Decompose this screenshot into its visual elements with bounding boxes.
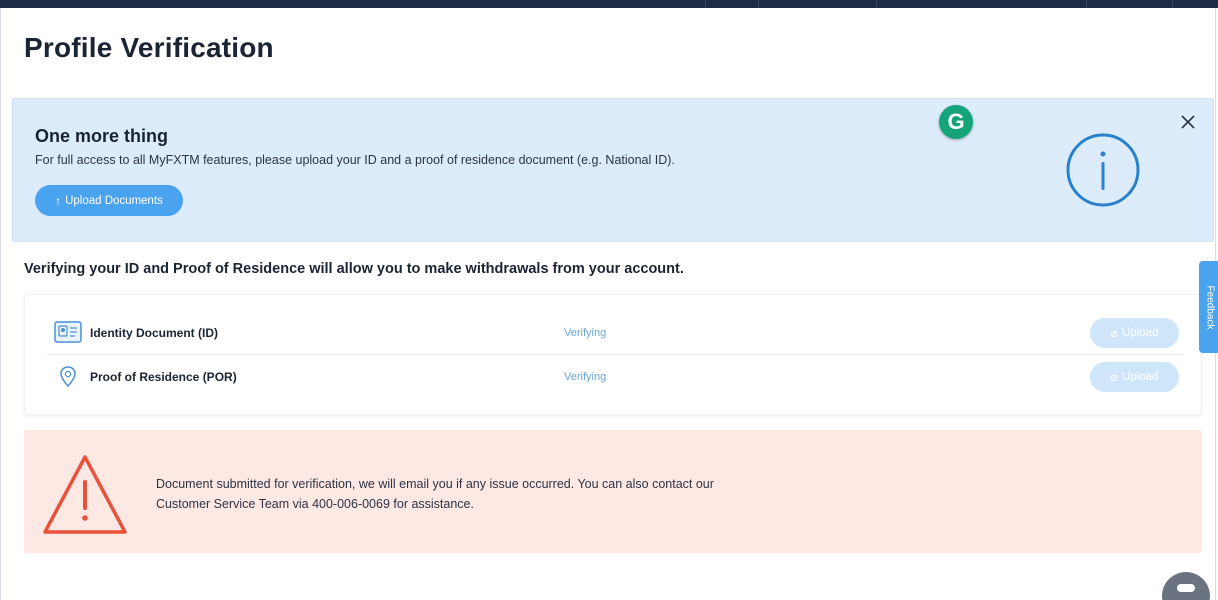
feedback-label: Feedback [1204, 285, 1216, 329]
info-banner: One more thing For full access to all My… [12, 98, 1214, 242]
upload-documents-label: Upload Documents [65, 194, 163, 207]
upload-label: Upload [1121, 371, 1159, 383]
top-navigation-bar [0, 0, 1218, 8]
info-text: For full access to all MyFXTM features, … [35, 153, 675, 167]
grammarly-icon[interactable]: G [939, 105, 973, 139]
page-title: Profile Verification [24, 32, 274, 63]
chat-bubble-inner [1177, 584, 1195, 592]
nav-divider [758, 0, 759, 8]
upload-por-button[interactable]: ⌀ Upload [1090, 362, 1179, 392]
info-icon [1065, 132, 1141, 208]
id-card-icon [54, 321, 82, 345]
close-icon[interactable] [1179, 113, 1197, 131]
info-heading: One more thing [35, 126, 169, 146]
upload-documents-button[interactable]: ↑ Upload Documents [35, 185, 183, 216]
nav-divider [876, 0, 877, 8]
arrow-up-icon: ↑ [55, 193, 62, 208]
paperclip-icon: ⌀ [1110, 370, 1118, 384]
document-label: Proof of Residence (POR) [90, 370, 237, 384]
nav-divider [1172, 0, 1173, 8]
alert-text: Document submitted for verification, we … [156, 477, 714, 511]
documents-card: Identity Document (ID) Verifying ⌀ Uploa… [24, 294, 1202, 415]
upload-id-button[interactable]: ⌀ Upload [1090, 318, 1179, 348]
verification-note: Verifying your ID and Proof of Residence… [24, 261, 684, 277]
location-pin-icon [54, 365, 82, 389]
nav-divider [705, 0, 706, 8]
document-row-por: Proof of Residence (POR) Verifying ⌀ Upl… [47, 355, 1181, 399]
document-status: Verifying [564, 327, 607, 339]
feedback-tab[interactable]: Feedback [1199, 261, 1218, 353]
paperclip-icon: ⌀ [1110, 326, 1118, 340]
document-row-id: Identity Document (ID) Verifying ⌀ Uploa… [47, 311, 1181, 355]
document-status: Verifying [564, 371, 607, 383]
alert-banner: Document submitted for verification, we … [24, 430, 1202, 553]
chat-icon[interactable] [1162, 572, 1210, 600]
warning-icon [40, 452, 130, 538]
page-left-border [0, 8, 1, 600]
document-label: Identity Document (ID) [90, 326, 218, 340]
upload-label: Upload [1121, 327, 1159, 339]
nav-divider [1086, 0, 1087, 8]
